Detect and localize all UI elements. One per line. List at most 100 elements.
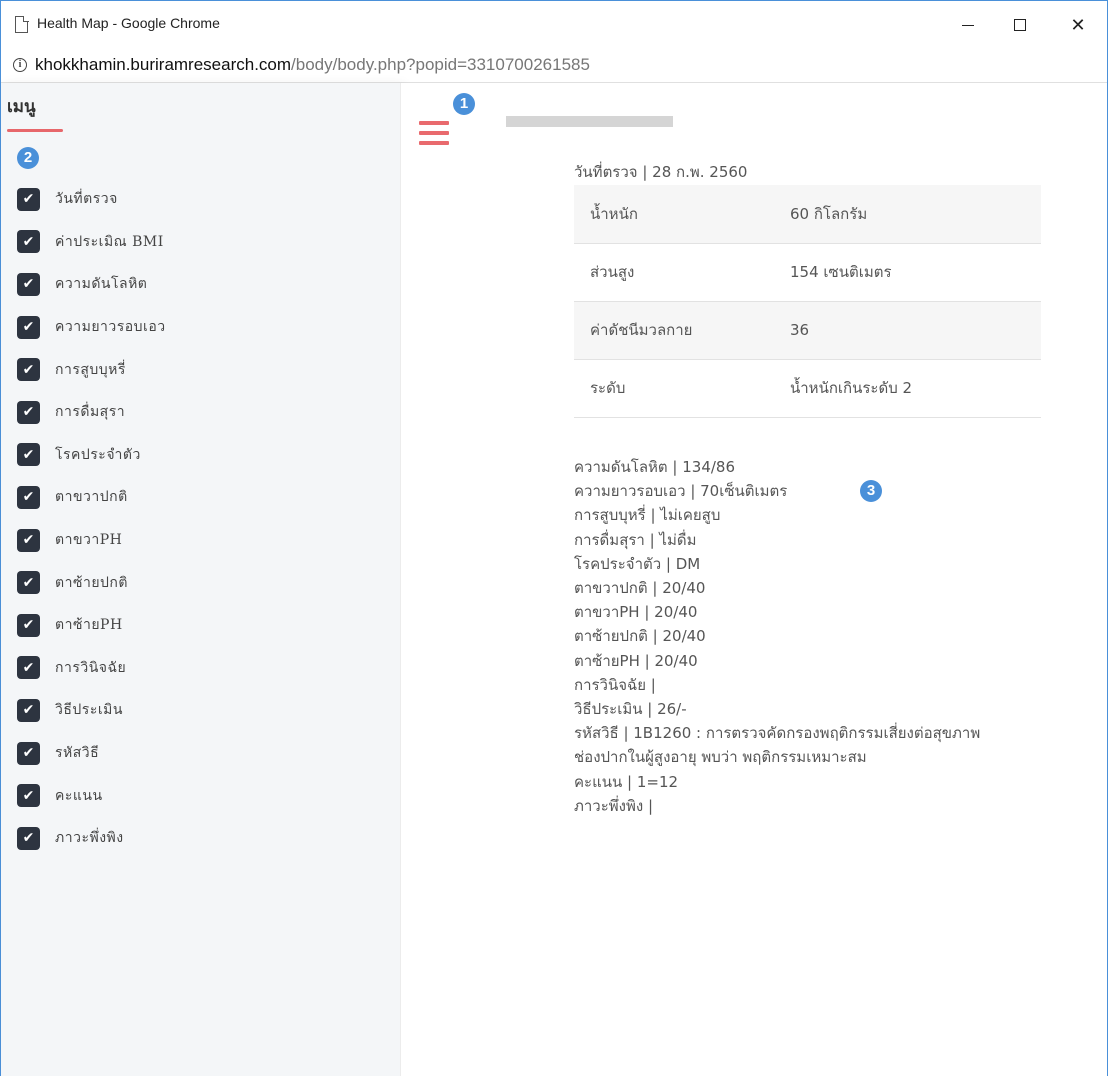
exam-date: วันที่ตรวจ | 28 ก.พ. 2560 [574,163,748,181]
browser-window: Health Map - Google Chrome ✕ i khokkhami… [0,0,1108,1076]
checklist-item-diagnosis[interactable]: ✔ การวินิจฉัย [17,647,166,690]
checkbox-checked-icon[interactable]: ✔ [17,400,40,424]
checkbox-checked-icon[interactable]: ✔ [17,230,40,254]
checkbox-checked-icon[interactable]: ✔ [17,571,40,595]
checklist-item-label: ตาขวาPH [55,532,123,549]
menu-title: เมนู [7,97,36,117]
checklist-item-waist[interactable]: ✔ ความยาวรอบเอว [17,306,166,349]
table-key: ระดับ [590,379,626,397]
url-field[interactable]: khokkhamin.buriramresearch.com/body/body… [35,55,590,75]
checklist-item-label: การดื่มสุรา [55,404,126,421]
title-bar: Health Map - Google Chrome ✕ [1,1,1107,49]
detail-line: การดื่มสุรา | ไม่ดื่ม [574,530,697,549]
checkbox-checked-icon[interactable]: ✔ [17,656,40,680]
checklist-item-label: ตาซ้ายปกติ [55,574,128,591]
page-icon [15,15,29,33]
checkbox-checked-icon[interactable]: ✔ [17,528,40,552]
detail-line: รหัสวิธี | 1B1260 : การตรวจคัดกรองพฤติกร… [574,724,981,743]
checkbox-checked-icon[interactable]: ✔ [17,187,40,211]
checklist-item-label: การสูบบุหรี่ [55,361,126,378]
checklist-item-label: คะแนน [55,787,103,804]
checklist-item-label: ค่าประเมิณ BMI [55,233,164,250]
table-value: 60 กิโลกรัม [790,204,868,223]
detail-line: วิธีประเมิน | 26/- [574,700,687,719]
close-icon: ✕ [1070,14,1086,36]
checklist-item-drinking[interactable]: ✔ การดื่มสุรา [17,391,166,434]
checklist-item-left-eye[interactable]: ✔ ตาซ้ายปกติ [17,561,166,604]
checklist-item-label: ตาซ้ายPH [55,617,123,634]
detail-line: การสูบบุหรี่ | ไม่เคยสูบ [574,506,721,525]
field-checklist: ✔ วันที่ตรวจ ✔ ค่าประเมิณ BMI ✔ ความดันโลหิ… [17,178,166,860]
checklist-item-right-eye[interactable]: ✔ ตาขวาปกติ [17,476,166,519]
table-value: น้ำหนักเกินระดับ 2 [790,379,913,397]
checklist-item-label: ความดันโลหิต [55,276,148,293]
checkbox-checked-icon[interactable]: ✔ [17,315,40,339]
checklist-item-label: การวินิจฉัย [55,659,127,676]
main-content: 1 วันที่ตรวจ | 28 ก.พ. 2560 น้ำหนัก 60 กิ… [401,83,1107,1076]
table-value: 154 เซนติเมตร [790,263,892,281]
checklist-item-exam-date[interactable]: ✔ วันที่ตรวจ [17,178,166,221]
checklist-item-assessment-method[interactable]: ✔ วิธีประเมิน [17,689,166,732]
table-key: ส่วนสูง [590,263,635,281]
checkbox-checked-icon[interactable]: ✔ [17,698,40,722]
table-row: น้ำหนัก 60 กิโลกรัม [574,185,1041,243]
table-row: ส่วนสูง 154 เซนติเมตร [574,243,1041,301]
checklist-item-smoking[interactable]: ✔ การสูบบุหรี่ [17,348,166,391]
checklist-item-bmi[interactable]: ✔ ค่าประเมิณ BMI [17,221,166,264]
checklist-item-score[interactable]: ✔ คะแนน [17,774,166,817]
detail-line: ตาซ้ายPH | 20/40 [574,651,698,670]
detail-line: ตาขวาปกติ | 20/40 [574,579,706,598]
checkbox-checked-icon[interactable]: ✔ [17,784,40,808]
checklist-item-label: วันที่ตรวจ [55,191,118,208]
table-row: ระดับ น้ำหนักเกินระดับ 2 [574,359,1041,417]
checklist-item-chronic-disease[interactable]: ✔ โรคประจำตัว [17,434,166,477]
detail-line: ความยาวรอบเอว | 70เซ็นติเมตร [574,482,788,501]
checklist-item-label: โรคประจำตัว [55,446,141,463]
detail-line: ช่องปากในผู้สูงอายุ พบว่า พฤติกรรมเหมาะส… [574,748,867,767]
checklist-item-label: ความยาวรอบเอว [55,319,166,336]
checklist-item-label: ตาขวาปกติ [55,489,128,506]
detail-line: ภาวะพึ่งพิง | [574,796,654,815]
redacted-name-bar [506,116,673,127]
menu-title-underline [7,129,63,132]
step-badge-1: 1 [453,93,475,115]
detail-line: ตาขวาPH | 20/40 [574,603,698,622]
hamburger-menu-icon[interactable] [419,121,449,145]
checkbox-checked-icon[interactable]: ✔ [17,741,40,765]
health-details-list: ความดันโลหิต | 134/86 ความยาวรอบเอว | 70… [574,455,1074,818]
minimize-button[interactable] [945,1,991,49]
table-value: 36 [790,321,810,339]
checklist-item-left-eye-ph[interactable]: ✔ ตาซ้ายPH [17,604,166,647]
step-badge-2: 2 [17,147,39,169]
checklist-item-label: รหัสวิธี [55,745,100,762]
url-path: /body/body.php?popid=3310700261585 [291,55,590,74]
checklist-item-dependency[interactable]: ✔ ภาวะพึ่งพิง [17,817,166,860]
checkbox-checked-icon[interactable]: ✔ [17,272,40,296]
checkbox-checked-icon[interactable]: ✔ [17,358,40,382]
close-button[interactable]: ✕ [1055,1,1101,49]
checkbox-checked-icon[interactable]: ✔ [17,443,40,467]
detail-line: โรคประจำตัว | DM [574,554,701,573]
checklist-item-blood-pressure[interactable]: ✔ ความดันโลหิต [17,263,166,306]
info-icon[interactable]: i [13,58,27,72]
table-key: ค่าดัชนีมวลกาย [590,321,693,339]
checklist-item-method-code[interactable]: ✔ รหัสวิธี [17,732,166,775]
bmi-table: น้ำหนัก 60 กิโลกรัม ส่วนสูง 154 เซนติเมตร … [574,185,1041,418]
checklist-item-label: วิธีประเมิน [55,702,123,719]
minimize-icon [962,24,974,26]
table-key: น้ำหนัก [590,204,638,223]
table-row: ค่าดัชนีมวลกาย 36 [574,301,1041,359]
detail-line: การวินิจฉัย | [574,675,656,694]
window-title: Health Map - Google Chrome [37,15,220,31]
checkbox-checked-icon[interactable]: ✔ [17,826,40,850]
checklist-item-label: ภาวะพึ่งพิง [55,830,124,847]
address-bar: i khokkhamin.buriramresearch.com/body/bo… [1,49,1107,83]
maximize-button[interactable] [997,1,1043,49]
checkbox-checked-icon[interactable]: ✔ [17,485,40,509]
checkbox-checked-icon[interactable]: ✔ [17,613,40,637]
maximize-icon [1014,19,1026,31]
detail-line: ตาซ้ายปกติ | 20/40 [574,627,706,646]
checklist-item-right-eye-ph[interactable]: ✔ ตาขวาPH [17,519,166,562]
url-host: khokkhamin.buriramresearch.com [35,55,292,74]
sidebar-menu: เมนู 2 ✔ วันที่ตรวจ ✔ ค่าประเมิณ BMI ✔ ความ… [1,83,401,1076]
